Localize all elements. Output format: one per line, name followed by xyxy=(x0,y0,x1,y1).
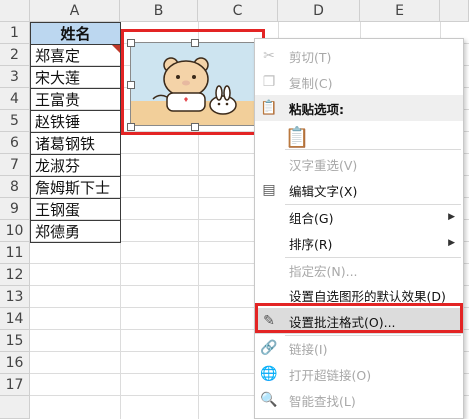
column-header-d[interactable]: D xyxy=(278,0,360,22)
text-box-icon: ▤ xyxy=(262,182,276,198)
row-header[interactable]: 13 xyxy=(0,286,30,308)
resize-handle[interactable] xyxy=(127,123,135,131)
menu-item-assign-macro[interactable]: 指定宏(N)... xyxy=(255,257,463,283)
select-all-corner[interactable] xyxy=(0,0,30,22)
menu-item-cut[interactable]: ✂ 剪切(T) xyxy=(255,43,463,69)
menu-item-edit-text[interactable]: ▤ 编辑文字(X) xyxy=(255,177,463,203)
menu-item-smart-lookup[interactable]: 🔍 智能查找(L) xyxy=(255,387,463,413)
row-header[interactable]: 11 xyxy=(0,242,30,264)
cell-a5[interactable]: 赵铁锤 xyxy=(30,110,121,133)
cell-a6[interactable]: 诸葛钢铁 xyxy=(30,132,121,155)
submenu-arrow-icon: ▶ xyxy=(448,212,455,222)
globe-icon: 🌐 xyxy=(260,366,278,382)
row-header[interactable]: 2 xyxy=(0,44,30,66)
row-header[interactable]: 12 xyxy=(0,264,30,286)
menu-item-open-hyperlink[interactable]: 🌐 打开超链接(O) xyxy=(255,361,463,387)
column-header-a[interactable]: A xyxy=(30,0,120,22)
link-icon: 🔗 xyxy=(260,340,278,356)
column-header-f[interactable] xyxy=(440,0,469,22)
cell-a1-header[interactable]: 姓名 xyxy=(30,22,121,45)
cell-a10[interactable]: 郑德勇 xyxy=(30,220,121,243)
scissors-icon: ✂ xyxy=(263,48,275,64)
column-header-e[interactable]: E xyxy=(360,0,440,22)
menu-item-group[interactable]: 组合(G) ▶ xyxy=(255,204,463,230)
bear-bunny-illustration xyxy=(131,57,257,125)
resize-handle[interactable] xyxy=(127,39,135,47)
row-header[interactable]: 6 xyxy=(0,132,30,154)
row-header[interactable]: 16 xyxy=(0,352,30,374)
comment-picture[interactable] xyxy=(130,42,258,126)
row-header[interactable] xyxy=(0,396,30,419)
cell-a3[interactable]: 宋大莲 xyxy=(30,66,121,89)
row-header[interactable]: 14 xyxy=(0,308,30,330)
row-header[interactable]: 10 xyxy=(0,220,30,242)
row-header[interactable]: 3 xyxy=(0,66,30,88)
row-header[interactable]: 9 xyxy=(0,198,30,220)
submenu-arrow-icon: ▶ xyxy=(448,238,455,248)
context-menu: ✂ 剪切(T) ❐ 复制(C) 📋 粘贴选项: 📋 汉字重选(V) ▤ 编辑文字… xyxy=(254,38,464,419)
copy-icon: ❐ xyxy=(262,74,276,90)
cell-a7[interactable]: 龙淑芬 xyxy=(30,154,121,177)
row-header[interactable]: 8 xyxy=(0,176,30,198)
row-header[interactable]: 4 xyxy=(0,88,30,110)
row-header[interactable]: 7 xyxy=(0,154,30,176)
menu-item-link[interactable]: 🔗 链接(I) xyxy=(255,335,463,361)
comment-indicator-icon xyxy=(112,45,120,53)
resize-handle[interactable] xyxy=(127,81,135,89)
row-header[interactable]: 1 xyxy=(0,22,30,44)
resize-handle[interactable] xyxy=(191,123,199,131)
column-header-b[interactable]: B xyxy=(120,0,198,22)
row-header[interactable]: 17 xyxy=(0,374,30,396)
cell-a4[interactable]: 王富贵 xyxy=(30,88,121,111)
menu-separator xyxy=(285,149,461,150)
menu-item-set-default-shape[interactable]: 设置自选图形的默认效果(D) xyxy=(255,282,463,308)
paste-icon: 📋 xyxy=(260,100,278,116)
row-header[interactable]: 15 xyxy=(0,330,30,352)
format-comment-icon: ✎ xyxy=(263,313,275,329)
menu-item-format-comment[interactable]: ✎ 设置批注格式(O)... xyxy=(255,308,463,334)
menu-item-hanzi-reselect[interactable]: 汉字重选(V) xyxy=(255,151,463,177)
menu-item-order[interactable]: 排序(R) ▶ xyxy=(255,230,463,256)
cell-a2[interactable]: 郑喜定 xyxy=(30,44,121,67)
menu-item-copy[interactable]: ❐ 复制(C) xyxy=(255,69,463,95)
cell-a9[interactable]: 王钢蛋 xyxy=(30,198,121,221)
paste-options-header: 📋 粘贴选项: xyxy=(255,95,463,121)
resize-handle[interactable] xyxy=(191,39,199,47)
cell-a8[interactable]: 詹姆斯下士 xyxy=(30,176,121,199)
search-icon: 🔍 xyxy=(260,392,278,408)
column-header-c[interactable]: C xyxy=(198,0,278,22)
row-header[interactable]: 5 xyxy=(0,110,30,132)
clipboard-icon: 📋 xyxy=(284,125,310,149)
